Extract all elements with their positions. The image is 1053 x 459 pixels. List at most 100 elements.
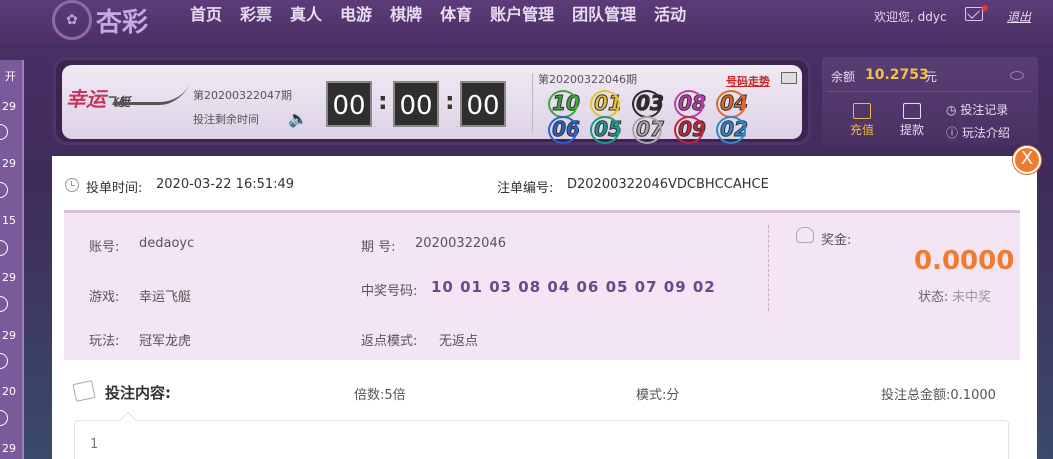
recharge-label: 充值 xyxy=(849,123,874,137)
nav-live[interactable]: 真人 xyxy=(290,4,322,26)
strip-time: 29 xyxy=(2,100,16,113)
account-label: 账号: xyxy=(89,240,120,255)
balance-panel: 余额 10.2753 元 充值 提款 ◷ 投注记录 ⓘ 玩法介绍 xyxy=(822,57,1038,145)
bet-content-line: 1 xyxy=(90,437,99,452)
rebate-label: 返点模式: xyxy=(361,334,418,349)
issue-value: 20200322046 xyxy=(415,236,506,251)
bet-records-link[interactable]: ◷ 投注记录 xyxy=(946,101,1008,118)
result-ball-02: 02 xyxy=(716,116,752,144)
lottery-header-panel: 幸运飞艇 第20200322047期 投注剩余时间 🔈 00 : 00 : 00… xyxy=(53,57,811,145)
logo-main: 幸运 xyxy=(66,87,106,111)
result-ball-04: 04 xyxy=(716,90,752,118)
previous-issue: 第20200322046期 xyxy=(538,73,637,86)
balance-value: 10.2753 xyxy=(865,67,929,83)
recharge-button[interactable]: 充值 xyxy=(842,103,882,138)
result-ball-05: 05 xyxy=(590,116,626,144)
strip-circle-icon[interactable] xyxy=(0,353,8,369)
strip-time: 29 xyxy=(2,329,16,342)
logout-link[interactable]: 退出 xyxy=(1007,8,1031,25)
money-bag-icon xyxy=(796,227,814,243)
bet-info-panel: 账号: dedaoyc 期 号: 20200322046 游戏: 幸运飞艇 中奖… xyxy=(64,210,1020,360)
unread-dot xyxy=(982,5,988,11)
mail-icon[interactable] xyxy=(965,7,983,21)
strip-time: 29 xyxy=(2,271,16,284)
nav-lottery[interactable]: 彩票 xyxy=(240,4,272,26)
app-root: ✿ 杏彩 首页 彩票 真人 电游 棋牌 体育 账户管理 团队管理 活动 欢迎您,… xyxy=(0,0,1053,459)
recharge-icon xyxy=(853,103,871,119)
nav-account[interactable]: 账户管理 xyxy=(490,4,554,26)
balance-unit: 元 xyxy=(925,70,938,84)
game-value: 幸运飞艇 xyxy=(139,290,192,305)
bet-content-box xyxy=(74,420,1009,459)
order-no-value: D20200322046VDCBHCCAHCE xyxy=(567,177,769,192)
mode-value: 分 xyxy=(666,388,680,403)
panel-divider xyxy=(532,73,533,133)
rules-label: 玩法介绍 xyxy=(961,126,1010,140)
mode-label: 模式: xyxy=(636,388,667,403)
strip-time: 29 xyxy=(2,157,16,170)
play-label: 玩法: xyxy=(89,334,120,349)
welcome-text: 欢迎您, ddyc xyxy=(874,10,947,24)
ticket-edge xyxy=(64,356,1020,364)
result-ball-06: 06 xyxy=(548,116,584,144)
rules-link[interactable]: ⓘ 玩法介绍 xyxy=(946,124,1010,141)
trend-link[interactable]: 号码走势 xyxy=(726,73,770,89)
strip-time: 20 xyxy=(2,385,16,398)
strip-header: 开 xyxy=(5,70,16,83)
current-issue: 第20200322047期 xyxy=(193,89,292,102)
strip-circle-icon[interactable] xyxy=(0,240,8,256)
clock-icon xyxy=(65,178,79,192)
account-value: dedaoyc xyxy=(139,236,195,251)
speaker-icon[interactable]: 🔈 xyxy=(288,109,308,128)
total-value: 0.1000 xyxy=(950,388,996,403)
countdown-minutes: 00 xyxy=(393,81,439,127)
countdown-hours: 00 xyxy=(326,81,372,127)
nav-cards[interactable]: 棋牌 xyxy=(390,4,422,26)
result-ball-08: 08 xyxy=(674,90,710,118)
bet-time-label: 投单时间: xyxy=(86,181,143,196)
balance-label: 余额 xyxy=(831,70,856,84)
eye-hide-icon[interactable] xyxy=(1010,71,1024,80)
withdraw-button[interactable]: 提款 xyxy=(892,103,932,138)
left-draw-strip: 开 29 29 15 29 29 20 29 xyxy=(0,60,24,459)
mode-info: 模式:分 xyxy=(636,384,679,403)
total-info: 投注总金额:0.1000 xyxy=(881,384,996,403)
bet-content-title: 投注内容: xyxy=(105,384,171,402)
play-value: 冠军龙虎 xyxy=(139,334,192,349)
strip-circle-icon[interactable] xyxy=(0,124,8,140)
logo-icon: ✿ xyxy=(52,0,92,40)
strip-circle-icon[interactable] xyxy=(0,410,8,426)
prize-label: 奖金: xyxy=(821,233,852,248)
site-logo[interactable]: ✿ 杏彩 xyxy=(52,0,148,40)
bet-time-value: 2020-03-22 16:51:49 xyxy=(156,177,295,192)
top-nav-bar: ✿ 杏彩 首页 彩票 真人 电游 棋牌 体育 账户管理 团队管理 活动 欢迎您,… xyxy=(0,0,1053,44)
total-label: 投注总金额: xyxy=(881,388,951,403)
strip-circle-icon[interactable] xyxy=(0,182,8,198)
ticket-icon xyxy=(72,380,96,402)
multiple-info: 倍数:5倍 xyxy=(354,384,406,403)
close-modal-button[interactable]: X xyxy=(1013,146,1041,174)
nav-slots[interactable]: 电游 xyxy=(340,4,372,26)
result-ball-03: 03 xyxy=(632,90,668,118)
win-numbers-label: 中奖号码: xyxy=(361,284,418,299)
result-ball-09: 09 xyxy=(674,116,710,144)
bet-detail-modal: 投单时间: 2020-03-22 16:51:49 注单编号: D2020032… xyxy=(52,156,1037,459)
lottery-header-inner: 幸运飞艇 第20200322047期 投注剩余时间 🔈 00 : 00 : 00… xyxy=(62,65,802,144)
countdown-colon: : xyxy=(378,87,388,115)
game-label: 游戏: xyxy=(89,290,120,305)
nav-home[interactable]: 首页 xyxy=(190,4,222,26)
strip-time: 15 xyxy=(2,214,16,227)
countdown-seconds: 00 xyxy=(460,81,506,127)
countdown-colon: : xyxy=(445,87,455,115)
logo-text: 杏彩 xyxy=(96,7,149,38)
nav-team[interactable]: 团队管理 xyxy=(572,4,636,26)
chart-icon[interactable] xyxy=(781,72,797,84)
strip-circle-icon[interactable] xyxy=(0,296,8,312)
multiple-value: 5倍 xyxy=(384,388,406,403)
remain-time-label: 投注剩余时间 xyxy=(193,113,259,126)
status-value: 未中奖 xyxy=(952,290,992,305)
main-nav: 首页 彩票 真人 电游 棋牌 体育 账户管理 团队管理 活动 xyxy=(190,4,686,26)
nav-sports[interactable]: 体育 xyxy=(440,4,472,26)
nav-events[interactable]: 活动 xyxy=(654,4,686,26)
info-separator xyxy=(768,225,769,311)
